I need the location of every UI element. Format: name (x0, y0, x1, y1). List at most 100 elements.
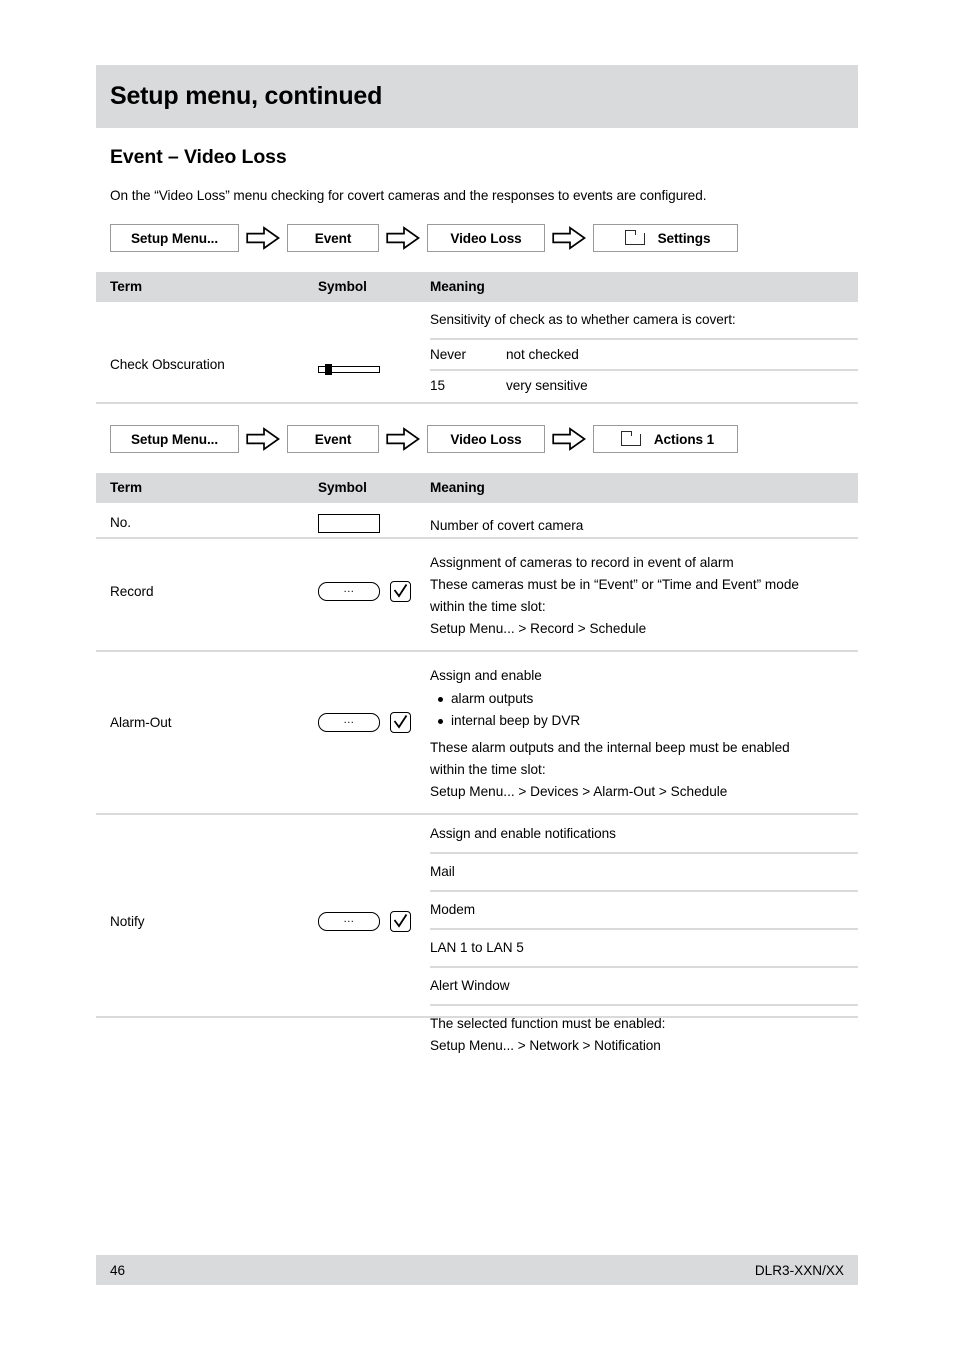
notify-option-modem: Modem (430, 902, 476, 918)
breadcrumb-actions-1: Setup Menu... Event Video Loss Actions 1 (110, 425, 738, 453)
column-header-term: Term (96, 272, 318, 302)
ellipsis-button-icon[interactable]: ... (318, 912, 380, 932)
checkbox-checked-icon[interactable] (390, 911, 411, 933)
meaning-text: Assign and enable (430, 668, 542, 684)
table-header-row: Term Symbol Meaning (96, 473, 858, 503)
meaning-path-text: Setup Menu... > Devices > Alarm-Out > Sc… (430, 784, 728, 800)
settings-table: Term Symbol Meaning Check Obscuration Se… (96, 272, 858, 400)
table-bottom-border (96, 402, 858, 404)
ellipsis-button-icon[interactable]: ... (318, 713, 380, 733)
breadcrumb-item-video-loss[interactable]: Video Loss (427, 425, 545, 453)
row-symbol-cell (318, 503, 430, 538)
breadcrumb-item-actions-1[interactable]: Actions 1 (593, 425, 738, 453)
meaning-subrow: Assign and enable notifications (430, 816, 858, 852)
meaning-text: within the time slot: (430, 762, 546, 778)
section-heading: Event – Video Loss (110, 146, 287, 168)
row-symbol-cell: ... (318, 816, 430, 1064)
page-canvas: Setup menu, continued Event – Video Loss… (96, 0, 858, 1354)
arrow-right-icon (545, 427, 593, 451)
row-term-no: No. (110, 515, 132, 530)
checkbox-checked-icon[interactable] (390, 712, 411, 734)
checkbox-checked-icon[interactable] (390, 581, 411, 603)
meaning-path-text: Setup Menu... > Network > Notification (430, 1038, 661, 1054)
meaning-path-text: Setup Menu... > Record > Schedule (430, 621, 647, 637)
footer-model-name: DLR3-XXN/XX (754, 1262, 844, 1278)
row-term-check-obscuration: Check Obscuration (110, 357, 225, 372)
folder-icon (624, 229, 647, 247)
meaning-subrow: LAN 1 to LAN 5 (430, 928, 858, 966)
row-term-alarm-out: Alarm-Out (110, 715, 172, 731)
arrow-right-icon (239, 226, 287, 250)
page-title: Setup menu, continued (110, 82, 383, 110)
meaning-text: These alarm outputs and the internal bee… (430, 740, 790, 756)
table-row: No. Number of covert camera (96, 503, 858, 538)
table-row: Notify ... Assign and enable notificatio… (96, 816, 858, 1064)
folder-icon (620, 430, 643, 448)
breadcrumb-item-actions-1-label: Actions 1 (653, 431, 715, 447)
table-row: Alarm-Out ... Assign and enable alarm ou… (96, 653, 858, 814)
breadcrumb-settings: Setup Menu... Event Video Loss Settings (110, 224, 738, 252)
row-meaning-cell: Assign and enable alarm outputs internal… (430, 653, 858, 814)
meaning-subrow: Never not checked (430, 338, 858, 369)
row-meaning-cell: Sensitivity of check as to whether camer… (430, 302, 858, 400)
ellipsis-button-and-checkbox-icon: ... (318, 911, 430, 933)
meaning-text: These cameras must be in “Event” or “Tim… (430, 577, 799, 593)
option-value-never: not checked (506, 347, 579, 363)
row-meaning-cell: Number of covert camera (430, 503, 858, 538)
bullet-list: alarm outputs internal beep by DVR (430, 688, 858, 732)
row-meaning-cell: Assign and enable notifications Mail Mod… (430, 816, 858, 1064)
row-symbol-cell: ... (318, 653, 430, 814)
notify-option-alert-window: Alert Window (430, 978, 510, 994)
meaning-text: Sensitivity of check as to whether camer… (430, 312, 736, 327)
option-key-never: Never (430, 347, 467, 363)
meaning-text: within the time slot: (430, 599, 546, 615)
meaning-text: Assign and enable notifications (430, 826, 616, 842)
breadcrumb-item-video-loss[interactable]: Video Loss (427, 224, 545, 252)
row-meaning-cell: Assignment of cameras to record in event… (430, 540, 858, 651)
meaning-subrow: The selected function must be enabled: S… (430, 1004, 858, 1064)
row-symbol-cell (318, 302, 430, 400)
breadcrumb-item-event[interactable]: Event (287, 224, 379, 252)
row-symbol-cell: ... (318, 540, 430, 651)
breadcrumb-item-event[interactable]: Event (287, 425, 379, 453)
notify-option-mail: Mail (430, 864, 455, 880)
actions-table: Term Symbol Meaning No. Number of covert… (96, 473, 858, 1064)
column-header-term: Term (96, 473, 318, 503)
slider-icon (318, 364, 380, 375)
breadcrumb-item-settings[interactable]: Settings (593, 224, 738, 252)
row-term-notify: Notify (110, 914, 145, 930)
list-item: internal beep by DVR (438, 710, 858, 732)
footer-page-number: 46 (110, 1262, 126, 1278)
option-key-15: 15 (430, 378, 446, 394)
meaning-subrow: Alert Window (430, 966, 858, 1004)
notify-option-lan: LAN 1 to LAN 5 (430, 940, 524, 956)
meaning-subrow: Mail (430, 852, 858, 890)
option-value-15: very sensitive (506, 378, 588, 394)
meaning-subrow: Modem (430, 890, 858, 928)
ellipsis-button-and-checkbox-icon: ... (318, 581, 430, 603)
page-header-band: Setup menu, continued (96, 65, 858, 128)
section-intro-text: On the “Video Loss” menu checking for co… (110, 188, 707, 203)
column-header-meaning: Meaning (430, 272, 858, 302)
meaning-subrow: 15 very sensitive (430, 369, 858, 400)
row-term-record: Record (110, 584, 154, 600)
column-header-symbol: Symbol (318, 272, 430, 302)
breadcrumb-item-setup-menu[interactable]: Setup Menu... (110, 224, 239, 252)
arrow-right-icon (545, 226, 593, 250)
meaning-subrow: Sensitivity of check as to whether camer… (430, 302, 858, 338)
breadcrumb-item-setup-menu[interactable]: Setup Menu... (110, 425, 239, 453)
ellipsis-button-and-checkbox-icon: ... (318, 712, 430, 734)
table-row: Check Obscuration Sensitivity of check a… (96, 302, 858, 400)
table-row: Record ... Assignment of cameras to reco… (96, 540, 858, 651)
page-footer-band: 46 DLR3-XXN/XX (96, 1255, 858, 1285)
ellipsis-button-icon[interactable]: ... (318, 582, 380, 602)
arrow-right-icon (239, 427, 287, 451)
column-header-symbol: Symbol (318, 473, 430, 503)
breadcrumb-item-settings-label: Settings (657, 230, 711, 246)
column-header-meaning: Meaning (430, 473, 858, 503)
slider-thumb (325, 364, 332, 375)
meaning-text: Number of covert camera (430, 518, 584, 533)
text-field-icon (318, 514, 380, 533)
meaning-text: Assignment of cameras to record in event… (430, 555, 734, 571)
arrow-right-icon (379, 226, 427, 250)
